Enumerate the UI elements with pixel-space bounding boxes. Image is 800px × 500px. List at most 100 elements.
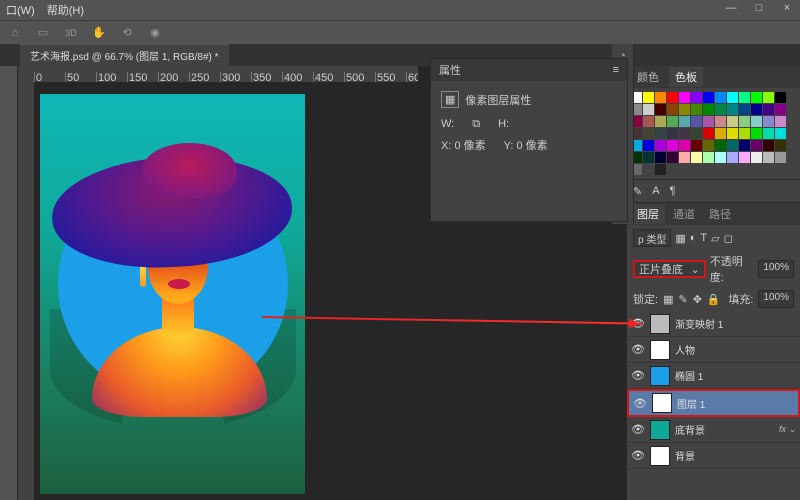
maximize-button[interactable]: □ xyxy=(750,2,768,16)
swatch[interactable] xyxy=(655,92,666,103)
swatch[interactable] xyxy=(679,128,690,139)
visibility-icon[interactable]: 👁 xyxy=(631,369,645,382)
swatch[interactable] xyxy=(715,104,726,115)
swatch[interactable] xyxy=(691,104,702,115)
swatch[interactable] xyxy=(715,116,726,127)
swatch[interactable] xyxy=(739,128,750,139)
layer-row[interactable]: 👁底背景fx ⌄ xyxy=(627,417,800,443)
swatch[interactable] xyxy=(763,140,774,151)
layer-row[interactable]: 👁背景 xyxy=(627,443,800,469)
layer-row[interactable]: 👁图层 1 xyxy=(627,389,800,417)
close-button[interactable]: × xyxy=(778,2,796,16)
swatch[interactable] xyxy=(643,164,654,175)
swatch[interactable] xyxy=(775,116,786,127)
tool-icon[interactable]: ▭ xyxy=(34,24,52,42)
fx-badge[interactable]: fx ⌄ xyxy=(779,424,796,435)
lock-pos-icon[interactable]: ✥ xyxy=(693,293,702,306)
swatch[interactable] xyxy=(751,140,762,151)
swatch[interactable] xyxy=(667,92,678,103)
para-icon[interactable]: ¶ xyxy=(670,185,676,197)
swatch[interactable] xyxy=(667,116,678,127)
swatch[interactable] xyxy=(775,140,786,151)
swatch[interactable] xyxy=(715,128,726,139)
swatch[interactable] xyxy=(715,152,726,163)
swatch[interactable] xyxy=(703,104,714,115)
menu-help[interactable]: 帮助(H) xyxy=(47,2,84,18)
filter-adjust-icon[interactable]: ◐ xyxy=(690,232,697,244)
swatch[interactable] xyxy=(655,128,666,139)
swatch[interactable] xyxy=(679,140,690,151)
swatch[interactable] xyxy=(703,116,714,127)
swatch[interactable] xyxy=(667,128,678,139)
swatch[interactable] xyxy=(667,152,678,163)
visibility-icon[interactable]: 👁 xyxy=(633,397,647,410)
blend-mode-dropdown[interactable]: 正片叠底⌄ xyxy=(633,260,706,278)
swatch[interactable] xyxy=(679,104,690,115)
filter-smart-icon[interactable]: ◻ xyxy=(724,232,733,245)
swatch[interactable] xyxy=(643,128,654,139)
visibility-icon[interactable]: 👁 xyxy=(631,423,645,436)
swatch[interactable] xyxy=(775,128,786,139)
swatch[interactable] xyxy=(691,92,702,103)
swatch[interactable] xyxy=(739,92,750,103)
swatch[interactable] xyxy=(703,140,714,151)
swatch[interactable] xyxy=(643,104,654,115)
visibility-icon[interactable]: 👁 xyxy=(631,343,645,356)
hand-icon[interactable]: ✋ xyxy=(90,24,108,42)
swatch[interactable] xyxy=(655,104,666,115)
tab-channels[interactable]: 通道 xyxy=(667,204,701,224)
swatch[interactable] xyxy=(643,92,654,103)
link-wh-icon[interactable]: ⧉ xyxy=(472,118,480,131)
lock-pixel-icon[interactable]: ✎ xyxy=(678,293,687,306)
char-icon[interactable]: A xyxy=(652,185,659,197)
swatch[interactable] xyxy=(643,116,654,127)
swatch[interactable] xyxy=(667,140,678,151)
swatch[interactable] xyxy=(727,128,738,139)
swatch[interactable] xyxy=(703,92,714,103)
fill-value[interactable]: 100% xyxy=(758,290,794,308)
panel-menu-icon[interactable]: ≡ xyxy=(613,64,619,76)
swatch[interactable] xyxy=(727,116,738,127)
visibility-icon[interactable]: 👁 xyxy=(631,449,645,462)
swatch[interactable] xyxy=(763,116,774,127)
swatch[interactable] xyxy=(655,116,666,127)
swatch[interactable] xyxy=(667,104,678,115)
swatch[interactable] xyxy=(691,152,702,163)
filter-shape-icon[interactable]: ▱ xyxy=(711,232,719,245)
swatch[interactable] xyxy=(775,104,786,115)
swatch[interactable] xyxy=(679,92,690,103)
swatch[interactable] xyxy=(739,116,750,127)
swatch[interactable] xyxy=(643,140,654,151)
3d-icon[interactable]: 3D xyxy=(62,24,80,42)
layer-kind-filter[interactable]: p 类型 xyxy=(633,229,671,247)
swatches-grid[interactable] xyxy=(627,88,800,179)
swatch[interactable] xyxy=(751,116,762,127)
swatch[interactable] xyxy=(775,92,786,103)
opacity-value[interactable]: 100% xyxy=(758,260,794,278)
tab-swatches[interactable]: 色板 xyxy=(669,67,703,87)
minimize-button[interactable]: — xyxy=(722,2,740,16)
tab-paths[interactable]: 路径 xyxy=(703,204,737,224)
lock-trans-icon[interactable]: ▦ xyxy=(663,293,673,306)
home-icon[interactable]: ⌂ xyxy=(6,24,24,42)
layer-row[interactable]: 👁渐变映射 1 xyxy=(627,311,800,337)
tab-color[interactable]: 颜色 xyxy=(631,67,665,87)
swatch[interactable] xyxy=(739,140,750,151)
swatch[interactable] xyxy=(727,140,738,151)
swatch[interactable] xyxy=(775,152,786,163)
layer-row[interactable]: 👁椭圆 1 xyxy=(627,363,800,389)
swatch[interactable] xyxy=(679,152,690,163)
swatch[interactable] xyxy=(751,92,762,103)
menu-window[interactable]: 口(W) xyxy=(6,2,35,18)
swatch[interactable] xyxy=(727,92,738,103)
swatch[interactable] xyxy=(739,104,750,115)
swatch[interactable] xyxy=(763,104,774,115)
swatch[interactable] xyxy=(751,104,762,115)
swatch[interactable] xyxy=(727,152,738,163)
swatch[interactable] xyxy=(703,128,714,139)
view-icon[interactable]: ◉ xyxy=(146,24,164,42)
filter-type-icon[interactable]: T xyxy=(700,232,707,244)
swatch[interactable] xyxy=(751,152,762,163)
layer-row[interactable]: 👁人物 xyxy=(627,337,800,363)
swatch[interactable] xyxy=(763,152,774,163)
